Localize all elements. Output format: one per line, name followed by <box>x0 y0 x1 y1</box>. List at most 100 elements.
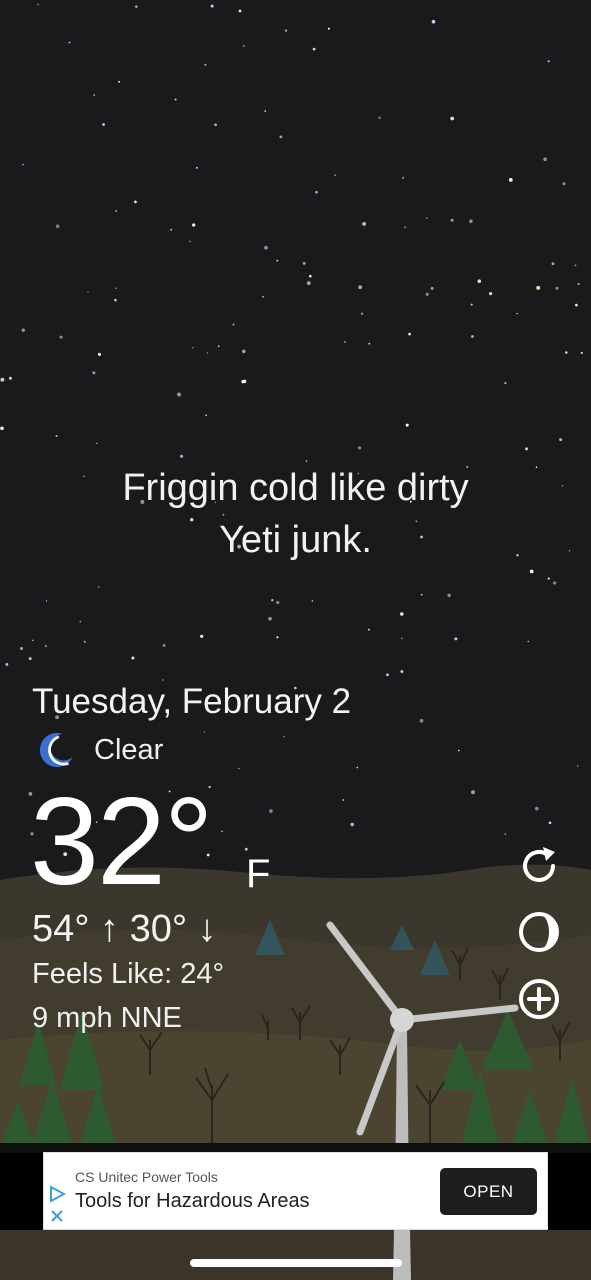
star <box>262 295 264 298</box>
star <box>28 657 32 661</box>
star <box>525 447 528 451</box>
star <box>242 379 247 384</box>
star <box>529 569 534 574</box>
star <box>508 178 513 182</box>
star <box>315 190 318 194</box>
star <box>527 640 529 643</box>
plus-circle-icon[interactable] <box>516 976 562 1022</box>
moon-phase-icon[interactable] <box>516 909 562 955</box>
star <box>44 644 48 648</box>
star <box>561 484 564 487</box>
feels-like: Feels Like: 24° <box>32 958 225 990</box>
star <box>534 806 539 811</box>
star <box>404 226 406 229</box>
star <box>367 628 370 631</box>
star <box>536 285 541 290</box>
star <box>471 790 475 795</box>
star <box>102 123 105 126</box>
star <box>454 637 458 641</box>
star <box>45 600 48 602</box>
star <box>555 286 559 290</box>
star <box>547 577 550 580</box>
star <box>264 245 268 250</box>
star <box>420 593 423 596</box>
ad-open-button[interactable]: OPEN <box>440 1168 537 1215</box>
star <box>244 847 248 851</box>
star <box>312 47 316 51</box>
ad-banner[interactable]: CS Unitec Power Tools Tools for Hazardou… <box>43 1152 548 1230</box>
arrow-up-icon: ↑ <box>100 908 120 950</box>
star <box>135 5 138 8</box>
star <box>217 345 220 348</box>
temperature-unit: F <box>246 852 271 896</box>
star <box>232 323 235 326</box>
star <box>327 27 330 30</box>
star <box>471 335 474 338</box>
star <box>131 656 135 660</box>
star <box>205 414 208 417</box>
star <box>170 228 173 231</box>
refresh-icon[interactable] <box>516 843 562 889</box>
star <box>577 282 580 286</box>
star <box>19 646 24 651</box>
star <box>368 342 371 345</box>
star <box>311 600 313 602</box>
star <box>400 612 404 616</box>
ad-headline[interactable]: Tools for Hazardous Areas <box>75 1190 310 1213</box>
high-temperature: 54° <box>32 908 90 950</box>
close-icon[interactable] <box>50 1209 64 1223</box>
star <box>447 593 451 598</box>
star <box>276 259 279 262</box>
star <box>174 98 177 101</box>
star <box>79 620 82 623</box>
ad-choices-icon[interactable] <box>48 1185 66 1203</box>
star <box>358 285 363 290</box>
star <box>192 347 194 349</box>
home-indicator[interactable] <box>190 1259 402 1267</box>
star <box>114 298 117 302</box>
star <box>504 382 507 385</box>
star <box>276 636 279 639</box>
star <box>238 9 242 13</box>
star <box>37 3 39 6</box>
star <box>408 332 411 336</box>
star <box>431 19 436 24</box>
star <box>87 291 89 293</box>
star <box>488 291 493 296</box>
star <box>177 392 181 397</box>
wind-speed: 9 mph NNE <box>32 1002 182 1034</box>
star <box>206 352 209 354</box>
date-label: Tuesday, February 2 <box>32 682 352 721</box>
star <box>450 116 455 121</box>
star <box>283 735 285 738</box>
star <box>8 376 12 380</box>
quip-line-1: Friggin cold like dirty <box>122 467 469 509</box>
star <box>430 286 434 290</box>
star <box>543 157 547 162</box>
ad-provider: CS Unitec Power Tools <box>75 1169 218 1185</box>
star <box>97 586 100 588</box>
star <box>504 833 507 836</box>
star <box>342 799 345 801</box>
star <box>574 264 577 267</box>
star <box>402 176 405 179</box>
star <box>284 29 288 32</box>
star <box>83 640 86 643</box>
star <box>562 182 566 186</box>
star <box>264 110 267 113</box>
arrow-down-icon: ↓ <box>197 908 217 950</box>
star <box>134 200 137 204</box>
star <box>470 303 473 306</box>
star <box>344 340 346 343</box>
star <box>0 426 4 431</box>
star <box>551 262 555 266</box>
star <box>308 274 312 278</box>
star <box>401 637 403 640</box>
star <box>477 279 482 283</box>
star <box>450 218 454 222</box>
star <box>118 80 121 83</box>
star <box>559 438 563 442</box>
star <box>356 766 359 769</box>
star <box>210 4 214 8</box>
star <box>203 731 206 733</box>
